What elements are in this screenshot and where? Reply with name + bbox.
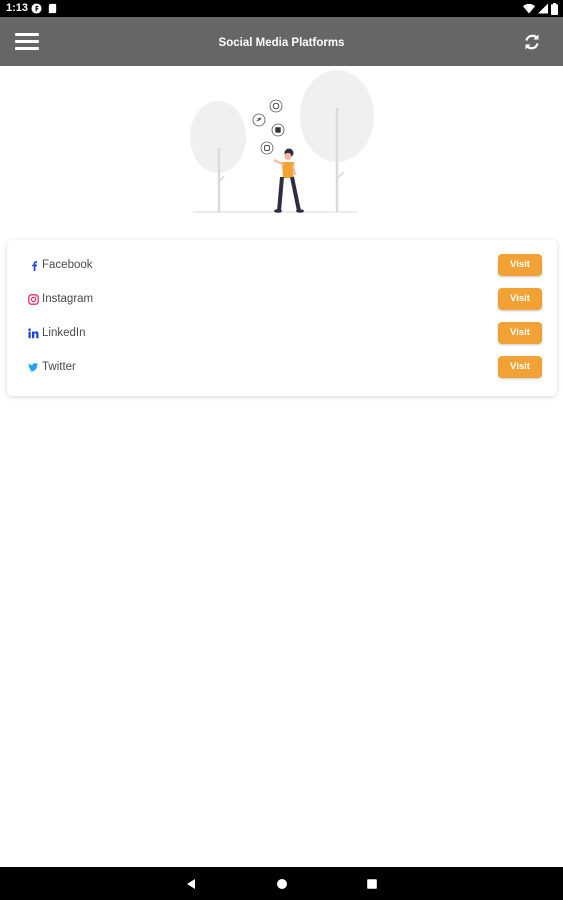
page-title: Social Media Platforms: [218, 37, 345, 49]
sd-card-icon: [48, 3, 57, 14]
twitter-icon: [28, 363, 39, 372]
list-item-facebook: Facebook Visit: [7, 250, 557, 284]
list-item-instagram: Instagram Visit: [7, 284, 557, 318]
linkedin-icon: [28, 328, 39, 339]
home-icon[interactable]: [275, 877, 289, 891]
platform-card: Facebook Visit Instagram Visit LinkedIn …: [7, 240, 557, 396]
status-time: 1:13: [6, 2, 29, 14]
app-bar: Social Media Platforms: [0, 17, 563, 66]
recents-icon[interactable]: [365, 877, 379, 891]
status-right-icons: [523, 2, 558, 15]
list-item-linkedin: LinkedIn Visit: [7, 318, 557, 352]
visit-twitter-button[interactable]: Visit: [498, 356, 542, 378]
social-media-illustration: [190, 70, 374, 213]
back-icon[interactable]: [184, 877, 198, 891]
refresh-icon[interactable]: [522, 32, 542, 52]
system-nav-bar: [0, 867, 563, 900]
visit-facebook-button[interactable]: Visit: [498, 254, 542, 276]
platform-label: Twitter: [42, 361, 76, 373]
platform-label: Facebook: [42, 259, 93, 271]
platform-label: Instagram: [42, 293, 94, 305]
list-item-twitter: Twitter Visit: [7, 352, 557, 386]
instagram-icon: [28, 294, 39, 305]
notification-f-icon: [31, 3, 42, 14]
wifi-icon: [523, 3, 535, 14]
facebook-icon: [32, 261, 38, 271]
cell-signal-icon: [538, 3, 548, 14]
status-bar: 1:13: [0, 0, 563, 17]
visit-instagram-button[interactable]: Visit: [498, 288, 542, 310]
battery-icon: [551, 2, 558, 15]
platform-label: LinkedIn: [42, 327, 86, 339]
visit-linkedin-button[interactable]: Visit: [498, 322, 542, 344]
